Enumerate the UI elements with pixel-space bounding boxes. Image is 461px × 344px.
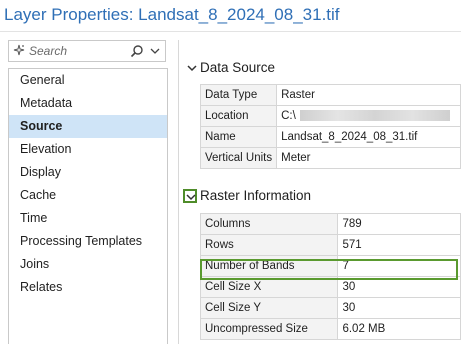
- property-key: Rows: [199, 234, 339, 256]
- nav-item-processing-templates[interactable]: Processing Templates: [9, 230, 167, 253]
- title-divider: [0, 31, 461, 32]
- property-value: 789: [337, 213, 461, 235]
- table-row: Columns 789: [199, 213, 461, 235]
- table-row: Uncompressed Size 6.02 MB: [199, 318, 461, 340]
- sparkle-icon: [13, 44, 25, 56]
- section-header-data-source[interactable]: Data Source: [200, 60, 275, 75]
- nav-item-cache[interactable]: Cache: [9, 184, 167, 207]
- nav-item-relates[interactable]: Relates: [9, 276, 167, 299]
- property-key: Number of Bands: [199, 255, 339, 277]
- collapse-caret-button[interactable]: [183, 189, 197, 203]
- nav-item-source[interactable]: Source: [9, 115, 167, 138]
- property-key: Columns: [199, 213, 339, 235]
- property-value-location: C:\: [276, 105, 461, 127]
- nav-item-joins[interactable]: Joins: [9, 253, 167, 276]
- property-value: Raster: [276, 84, 461, 106]
- data-source-table: Data Type Raster Location C:\ Name Lands…: [199, 84, 461, 169]
- search-box[interactable]: Search: [8, 40, 166, 62]
- location-text: C:\: [281, 110, 296, 122]
- nav-item-display[interactable]: Display: [9, 161, 167, 184]
- redacted-path: [299, 110, 450, 122]
- property-key: Cell Size X: [199, 276, 339, 298]
- nav-item-time[interactable]: Time: [9, 207, 167, 230]
- dialog-titlebar: Layer Properties: Landsat_8_2024_08_31.t…: [0, 0, 461, 30]
- property-key: Vertical Units: [199, 147, 278, 169]
- property-value: Landsat_8_2024_08_31.tif: [276, 126, 461, 148]
- property-value: 7: [337, 255, 461, 277]
- chevron-down-icon[interactable]: [150, 46, 160, 56]
- collapse-caret-icon[interactable]: [187, 64, 197, 72]
- table-row: Location C:\: [199, 105, 461, 127]
- table-row: Data Type Raster: [199, 84, 461, 106]
- raster-information-table: Columns 789 Rows 571 Number of Bands 7 C…: [199, 213, 461, 340]
- property-value: 30: [337, 297, 461, 319]
- nav-item-elevation[interactable]: Elevation: [9, 138, 167, 161]
- properties-nav: General Metadata Source Elevation Displa…: [8, 68, 168, 344]
- property-key: Data Type: [199, 84, 278, 106]
- table-row: Cell Size X 30: [199, 276, 461, 298]
- nav-item-general[interactable]: General: [9, 69, 167, 92]
- panel-divider: [178, 40, 179, 344]
- table-row: Name Landsat_8_2024_08_31.tif: [199, 126, 461, 148]
- property-value: Meter: [276, 147, 461, 169]
- search-input[interactable]: Search: [29, 44, 67, 58]
- table-row: Rows 571: [199, 234, 461, 256]
- property-value: 6.02 MB: [337, 318, 461, 340]
- property-value: 571: [337, 234, 461, 256]
- property-value: 30: [337, 276, 461, 298]
- property-key: Location: [199, 105, 278, 127]
- property-key: Cell Size Y: [199, 297, 339, 319]
- section-header-raster-information[interactable]: Raster Information: [200, 188, 311, 203]
- search-icon[interactable]: [130, 44, 144, 58]
- chevron-down-icon: [186, 194, 196, 201]
- table-row: Cell Size Y 30: [199, 297, 461, 319]
- property-key: Name: [199, 126, 278, 148]
- nav-item-metadata[interactable]: Metadata: [9, 92, 167, 115]
- property-key: Uncompressed Size: [199, 318, 339, 340]
- table-row: Vertical Units Meter: [199, 147, 461, 169]
- dialog-title: Layer Properties: Landsat_8_2024_08_31.t…: [4, 5, 340, 24]
- table-row: Number of Bands 7: [199, 255, 461, 277]
